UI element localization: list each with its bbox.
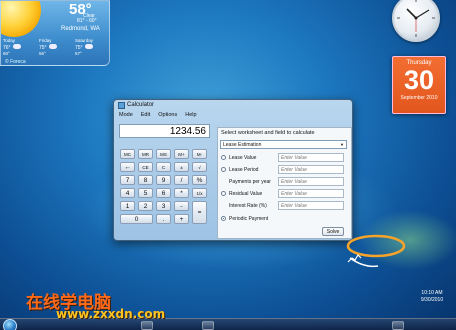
tray-date: 9/30/2010 bbox=[420, 297, 444, 303]
calendar-month-year: September 2010 bbox=[400, 95, 438, 101]
weather-forecast: Today 76° 60° Friday 75° 56° Saturday 75… bbox=[3, 38, 105, 57]
tray-time: 10:10 AM bbox=[421, 290, 443, 296]
forecast-day: Friday 75° 56° bbox=[39, 38, 69, 57]
key-9[interactable]: 9 bbox=[156, 175, 171, 185]
key-2[interactable]: 2 bbox=[138, 201, 153, 211]
watermark-logo bbox=[346, 234, 406, 268]
key-negate[interactable]: ± bbox=[174, 162, 189, 172]
field-label: Lease Value bbox=[229, 155, 257, 161]
key-4[interactable]: 4 bbox=[120, 188, 135, 198]
key-decimal[interactable]: . bbox=[156, 214, 171, 224]
key-m-plus[interactable]: M+ bbox=[174, 149, 189, 159]
weather-city: Redmond, WA bbox=[61, 26, 100, 32]
key-ce[interactable]: CE bbox=[138, 162, 153, 172]
key-0[interactable]: 0 bbox=[120, 214, 153, 224]
key-divide[interactable]: / bbox=[174, 175, 189, 185]
residual-value-input[interactable]: Enter Value bbox=[278, 189, 344, 198]
payments-per-year-input[interactable]: Enter Value bbox=[278, 177, 344, 186]
interest-rate-input[interactable]: Enter Value bbox=[278, 201, 344, 210]
field-label: Payments per year bbox=[229, 179, 271, 185]
key-equals[interactable]: = bbox=[192, 201, 207, 224]
key-backspace[interactable]: ← bbox=[120, 162, 135, 172]
key-7[interactable]: 7 bbox=[120, 175, 135, 185]
caption-url: www.zxxdn.com bbox=[56, 307, 166, 321]
key-subtract[interactable]: - bbox=[174, 201, 189, 211]
field-row-lease-period: Lease Period Enter Value bbox=[221, 165, 351, 175]
radio-residual-value[interactable] bbox=[221, 191, 226, 196]
key-8[interactable]: 8 bbox=[138, 175, 153, 185]
calendar-day: 30 bbox=[403, 65, 435, 95]
key-c[interactable]: C bbox=[156, 162, 171, 172]
start-orb-icon[interactable] bbox=[3, 319, 17, 330]
worksheet-prompt: Select worksheet and field to calculate bbox=[221, 130, 315, 136]
cloud-icon bbox=[84, 44, 93, 49]
lease-value-input[interactable]: Enter Value bbox=[278, 153, 344, 162]
field-row-periodic-payment: Periodic Payment bbox=[221, 214, 351, 224]
taskbar-item-calculator[interactable] bbox=[141, 321, 153, 330]
field-label: Lease Period bbox=[229, 167, 259, 173]
menu-edit[interactable]: Edit bbox=[141, 111, 150, 120]
forecast-low: 56° bbox=[39, 51, 46, 56]
taskbar-item[interactable] bbox=[202, 321, 214, 330]
solve-button[interactable]: Solve bbox=[322, 227, 344, 236]
cloud-icon bbox=[12, 44, 21, 49]
title-bar[interactable]: Calculator bbox=[114, 100, 352, 111]
sun-icon bbox=[1, 1, 41, 37]
key-mc[interactable]: MC bbox=[120, 149, 135, 159]
calculator-window: Calculator Mode Edit Options Help 1234.5… bbox=[113, 99, 353, 241]
window-title: Calculator bbox=[127, 102, 155, 108]
calculator-display: 1234.56 bbox=[119, 124, 210, 138]
key-m-minus[interactable]: M- bbox=[192, 149, 207, 159]
forecast-low: 60° bbox=[3, 51, 10, 56]
tray-clock[interactable]: 10:10 AM 9/30/2010 bbox=[410, 290, 454, 304]
key-reciprocal[interactable]: 1/x bbox=[192, 188, 207, 198]
tray-icon[interactable] bbox=[392, 321, 404, 330]
menu-options[interactable]: Options bbox=[158, 111, 177, 120]
cloud-icon bbox=[48, 44, 57, 49]
forecast-day: Saturday 75° 57° bbox=[75, 38, 105, 57]
forecast-low: 57° bbox=[75, 51, 82, 56]
menu-bar: Mode Edit Options Help bbox=[114, 111, 352, 120]
worksheet-select[interactable]: Lease Estimation ▼ bbox=[220, 140, 347, 149]
calculator-pad: 1234.56 MC MR MS M+ M- ← CE C ± √ 7 8 9 … bbox=[117, 121, 213, 237]
radio-periodic-payment[interactable] bbox=[221, 216, 226, 221]
field-label: Periodic Payment bbox=[229, 216, 269, 222]
key-sqrt[interactable]: √ bbox=[192, 162, 207, 172]
weather-range: 81° - 60° bbox=[77, 18, 97, 24]
field-row-lease-value: Lease Value Enter Value bbox=[221, 153, 351, 163]
field-label: Residual Value bbox=[229, 191, 263, 197]
analog-clock-icon bbox=[392, 0, 440, 42]
menu-mode[interactable]: Mode bbox=[119, 111, 133, 120]
key-percent[interactable]: % bbox=[192, 175, 207, 185]
key-5[interactable]: 5 bbox=[138, 188, 153, 198]
calculator-client: 1234.56 MC MR MS M+ M- ← CE C ± √ 7 8 9 … bbox=[117, 121, 352, 239]
field-row-payments-per-year: Payments per year Enter Value bbox=[221, 177, 351, 187]
key-ms[interactable]: MS bbox=[156, 149, 171, 159]
field-row-interest-rate: Interest Rate (%) Enter Value bbox=[221, 201, 351, 211]
menu-help[interactable]: Help bbox=[185, 111, 196, 120]
clock-gadget[interactable] bbox=[389, 0, 443, 46]
key-3[interactable]: 3 bbox=[156, 201, 171, 211]
radio-lease-period[interactable] bbox=[221, 167, 226, 172]
worksheet-selected: Lease Estimation bbox=[223, 142, 262, 148]
key-6[interactable]: 6 bbox=[156, 188, 171, 198]
radio-lease-value[interactable] bbox=[221, 155, 226, 160]
field-row-residual-value: Residual Value Enter Value bbox=[221, 189, 351, 199]
chevron-down-icon: ▼ bbox=[340, 142, 344, 147]
lease-period-input[interactable]: Enter Value bbox=[278, 165, 344, 174]
key-multiply[interactable]: * bbox=[174, 188, 189, 198]
key-1[interactable]: 1 bbox=[120, 201, 135, 211]
key-add[interactable]: + bbox=[174, 214, 189, 224]
weather-gadget[interactable]: 58° Clear 81° - 60° Redmond, WA Today 76… bbox=[0, 0, 110, 66]
key-mr[interactable]: MR bbox=[138, 149, 153, 159]
calendar-gadget[interactable]: Thursday 30 September 2010 bbox=[392, 56, 446, 114]
calculator-icon bbox=[118, 102, 125, 109]
weather-source: © Foreca bbox=[5, 59, 26, 65]
field-label: Interest Rate (%) bbox=[229, 203, 267, 209]
forecast-day: Today 76° 60° bbox=[3, 38, 33, 57]
worksheet-panel: Select worksheet and field to calculate … bbox=[217, 127, 352, 239]
